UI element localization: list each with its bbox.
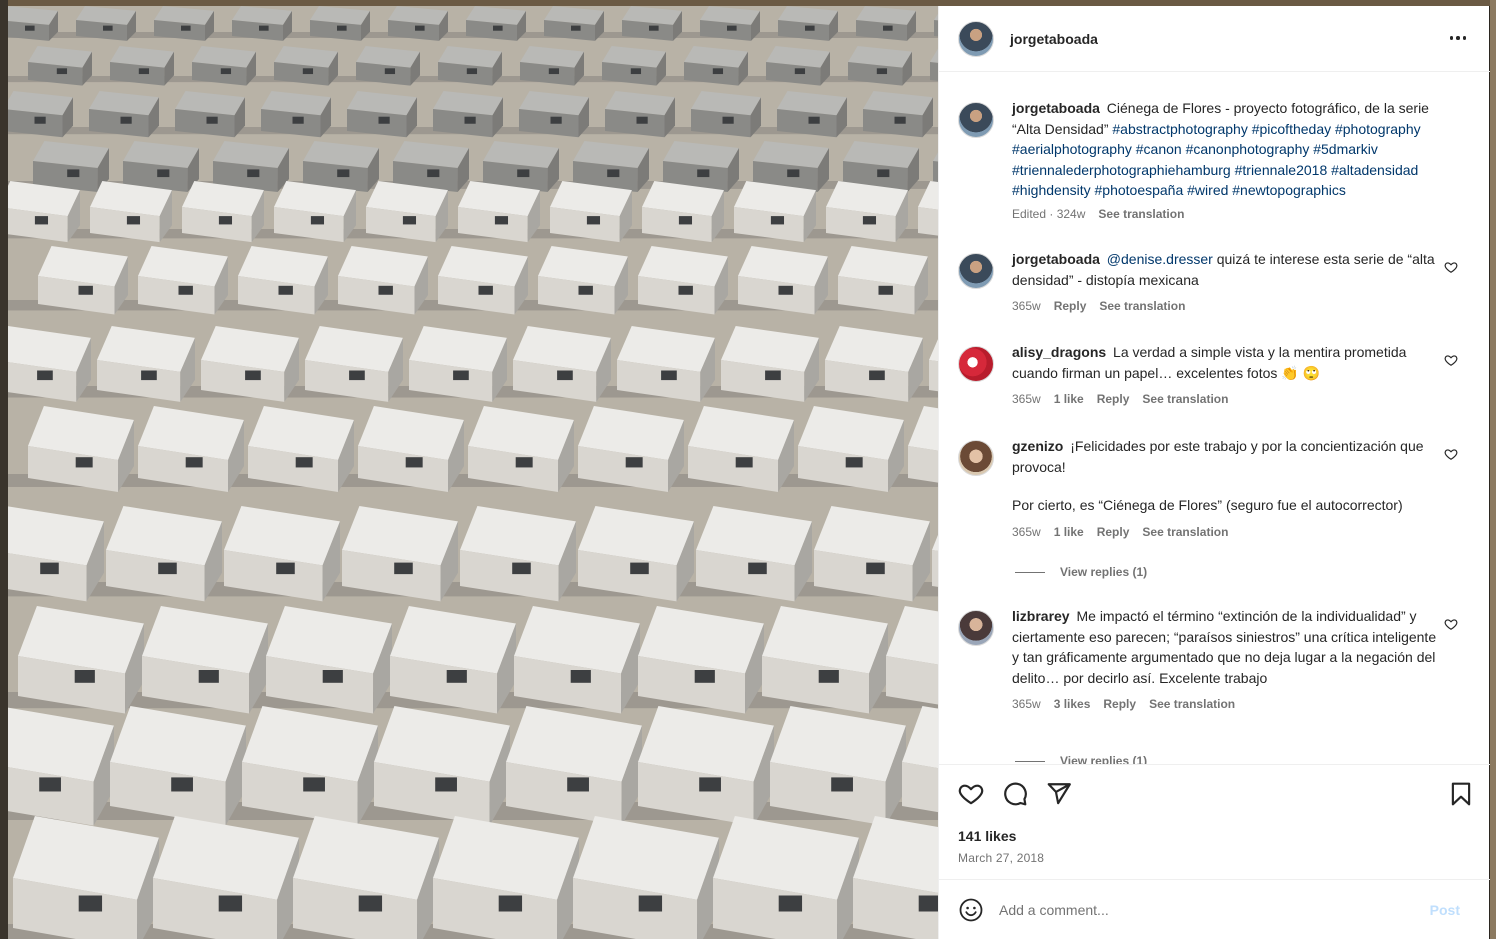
comment-item: jorgetaboada @denise.dresser quizá te in… [958,249,1468,313]
heart-icon[interactable] [958,781,984,807]
post-detail-panel: jorgetaboada jorgetaboada Ciénega de Flo… [938,6,1490,939]
backdrop-left [0,0,8,939]
emoji-icon[interactable] [959,898,983,922]
caption-edited-time: Edited · 324w [1012,206,1086,221]
commenter-avatar[interactable] [958,253,994,289]
comment-time[interactable]: 365w [1012,299,1041,313]
commenter-avatar[interactable] [958,610,994,646]
comment-text-second: Por cierto, es “Ciénega de Flores” (segu… [1012,497,1403,513]
comment-see-translation[interactable]: See translation [1142,525,1228,539]
comment-input[interactable] [999,901,1399,918]
aerial-housing-photo [8,6,938,939]
comment-see-translation[interactable]: See translation [1099,299,1185,313]
comment-reply-button[interactable]: Reply [1054,299,1087,313]
comment-username[interactable]: gzenizo [1012,438,1063,454]
comment-time[interactable]: 365w [1012,697,1041,711]
comment-see-translation[interactable]: See translation [1142,392,1228,406]
commenter-avatar[interactable] [958,346,994,382]
comment-username[interactable]: alisy_dragons [1012,344,1106,360]
view-replies-button[interactable]: View replies (1) [1015,754,1147,764]
comment-like-heart-icon[interactable] [1444,260,1458,274]
caption-username[interactable]: jorgetaboada [1012,100,1100,116]
comment-likes-count[interactable]: 3 likes [1054,697,1091,711]
comment-see-translation[interactable]: See translation [1149,697,1235,711]
post-date[interactable]: March 27, 2018 [958,851,1044,865]
comment-icon[interactable] [1002,781,1028,807]
view-replies-button[interactable]: View replies (1) [1015,565,1147,579]
comment-text: ¡Felicidades por este trabajo y por la c… [1012,438,1424,475]
comment-reply-button[interactable]: Reply [1097,392,1130,406]
backdrop-right [1490,0,1496,939]
comment-likes-count[interactable]: 1 like [1054,392,1084,406]
share-icon[interactable] [1046,781,1072,807]
post-header: jorgetaboada [939,6,1490,72]
comment-time[interactable]: 365w [1012,392,1041,406]
comment-reply-button[interactable]: Reply [1097,525,1130,539]
author-username[interactable]: jorgetaboada [1010,31,1098,47]
comment-like-heart-icon[interactable] [1444,353,1458,367]
caption: jorgetaboada Ciénega de Flores - proyect… [958,98,1468,221]
comment-like-heart-icon[interactable] [1444,447,1458,461]
comments-list[interactable]: jorgetaboada Ciénega de Flores - proyect… [939,73,1490,764]
post-photo[interactable] [8,6,938,939]
view-replies-label: View replies (1) [1060,565,1148,579]
commenter-avatar[interactable] [958,440,994,476]
bookmark-icon[interactable] [1448,781,1474,807]
comment-reply-button[interactable]: Reply [1103,697,1136,711]
comment-username[interactable]: lizbrarey [1012,608,1070,624]
caption-avatar[interactable] [958,102,994,138]
comment-item: gzenizo ¡Felicidades por este trabajo y … [958,436,1468,539]
comment-mention[interactable]: @denise.dresser [1107,251,1213,267]
view-replies-label: View replies (1) [1060,754,1148,764]
comment-item: alisy_dragons La verdad a simple vista y… [958,342,1468,406]
comment-likes-count[interactable]: 1 like [1054,525,1084,539]
post-button[interactable]: Post [1430,902,1460,918]
comment-username[interactable]: jorgetaboada [1012,251,1100,267]
comment-like-heart-icon[interactable] [1444,617,1458,631]
add-comment-bar: Post [939,879,1490,939]
comment-time[interactable]: 365w [1012,525,1041,539]
likes-count[interactable]: 141 likes [958,828,1016,844]
more-options-icon[interactable] [1446,26,1470,50]
post-actions: 141 likes March 27, 2018 [939,764,1490,879]
comment-item: lizbrarey Me impactó el término “extinci… [958,606,1468,711]
author-avatar[interactable] [958,20,994,57]
caption-see-translation[interactable]: See translation [1098,207,1184,221]
comment-text: Me impactó el término “extinción de la i… [1012,608,1437,686]
